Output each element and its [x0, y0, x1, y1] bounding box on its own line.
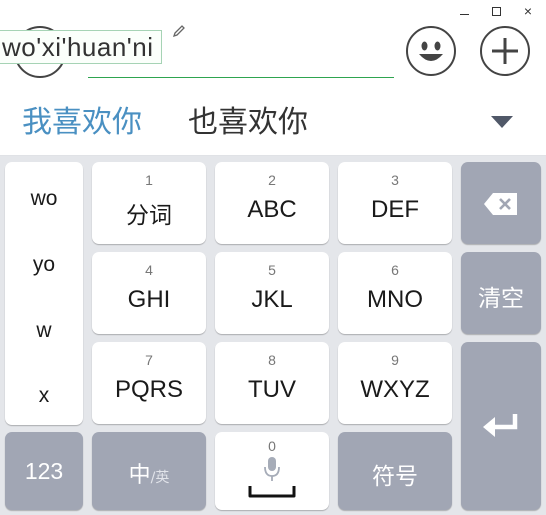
key-label: JKL [251, 286, 293, 313]
key-number: 4 [145, 262, 153, 278]
microphone-icon [264, 457, 280, 481]
keyboard: wo yo w x 1 分词 2 ABC 3 DEF 4 GHI 5 JKL 6… [0, 156, 546, 515]
edit-pencil-icon[interactable] [172, 24, 186, 38]
plus-icon [492, 38, 518, 64]
key-number: 3 [391, 172, 399, 188]
maximize-icon [491, 6, 501, 16]
minimize-icon [459, 13, 469, 15]
key-label: TUV [248, 376, 296, 403]
backspace-icon [484, 193, 517, 215]
add-button[interactable] [480, 26, 530, 76]
triangle-down-icon [491, 116, 513, 128]
pinyin-option-3[interactable]: w [5, 319, 83, 343]
symbols-label: 符号 [372, 464, 418, 490]
key-9-wxyz[interactable]: 9 WXYZ [338, 342, 452, 424]
input-underline [88, 77, 394, 78]
key-number: 0 [268, 438, 276, 454]
key-8-tuv[interactable]: 8 TUV [215, 342, 329, 424]
pinyin-option-column: wo yo w x [5, 162, 83, 425]
key-number: 7 [145, 352, 153, 368]
maximize-button[interactable] [484, 2, 508, 20]
key-4-ghi[interactable]: 4 GHI [92, 252, 206, 334]
numbers-label: 123 [24, 458, 64, 484]
emoji-button[interactable] [406, 26, 456, 76]
pinyin-option-1[interactable]: wo [5, 187, 83, 211]
minimize-button[interactable] [452, 2, 476, 20]
pinyin-composition: wo'xi'huan'ni [0, 30, 163, 64]
smiley-icon [419, 41, 443, 61]
key-number: 1 [145, 172, 153, 188]
pinyin-option-4[interactable]: x [5, 384, 83, 408]
key-number: 2 [268, 172, 276, 188]
key-number: 6 [391, 262, 399, 278]
language-main: 中 [128, 463, 151, 488]
language-label: 中/英 [92, 457, 206, 489]
key-1-segment[interactable]: 1 分词 [92, 162, 206, 244]
candidate-bar: 我喜欢你 也喜欢你 [0, 90, 546, 156]
candidate-1[interactable]: 我喜欢你 [22, 90, 142, 156]
key-7-pqrs[interactable]: 7 PQRS [92, 342, 206, 424]
key-label: GHI [127, 286, 171, 313]
backspace-key[interactable] [461, 162, 541, 244]
key-3-def[interactable]: 3 DEF [338, 162, 452, 244]
language-sub: /英 [150, 470, 170, 486]
key-label: PQRS [114, 376, 183, 403]
candidate-2[interactable]: 也喜欢你 [188, 90, 308, 156]
numbers-key[interactable]: 123 [5, 432, 83, 510]
key-2-abc[interactable]: 2 ABC [215, 162, 329, 244]
enter-key[interactable] [461, 342, 541, 510]
close-icon: × [523, 3, 533, 19]
expand-candidates-button[interactable] [486, 110, 518, 134]
key-label: ABC [247, 196, 297, 223]
key-label: DEF [371, 196, 419, 223]
symbols-key[interactable]: 符号 [338, 432, 452, 510]
key-5-jkl[interactable]: 5 JKL [215, 252, 329, 334]
enter-arrow-icon [483, 414, 518, 437]
title-bar: × [0, 0, 546, 22]
key-number: 5 [268, 262, 276, 278]
language-switch-key[interactable]: 中/英 [92, 432, 206, 510]
space-bar-icon [248, 486, 296, 498]
space-key[interactable]: 0 [215, 432, 329, 510]
close-button[interactable]: × [516, 2, 540, 20]
key-number: 8 [268, 352, 276, 368]
key-label: 分词 [126, 203, 172, 229]
pinyin-option-2[interactable]: yo [5, 253, 83, 277]
key-label: MNO [367, 286, 423, 313]
clear-label: 清空 [478, 286, 524, 312]
key-label: WXYZ [360, 376, 430, 403]
key-number: 9 [391, 352, 399, 368]
clear-key[interactable]: 清空 [461, 252, 541, 334]
key-6-mno[interactable]: 6 MNO [338, 252, 452, 334]
